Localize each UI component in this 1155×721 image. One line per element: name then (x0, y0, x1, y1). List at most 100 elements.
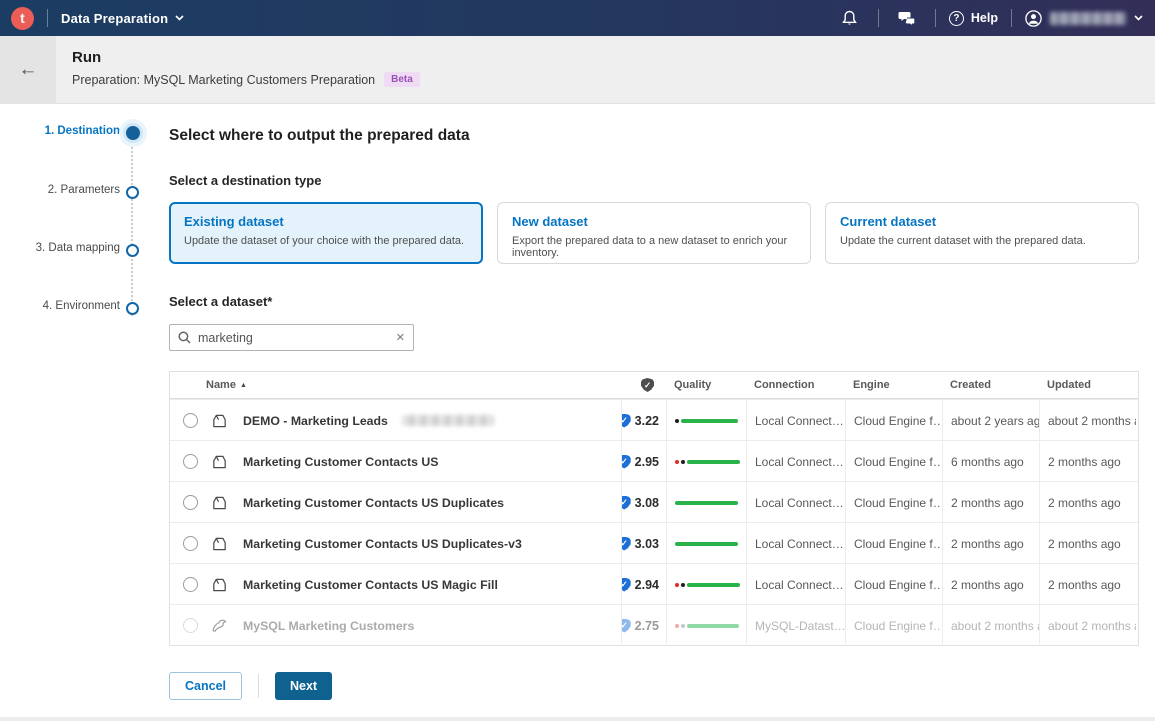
header-label: Name (206, 379, 236, 391)
step-parameters-dot[interactable] (126, 186, 139, 199)
certified-badge-icon (621, 537, 631, 551)
updated-cell: 2 months ago (1039, 441, 1136, 482)
dataset-radio[interactable] (183, 413, 198, 428)
table-row[interactable]: Marketing Customer Contacts US Duplicate… (170, 522, 1138, 563)
cancel-button[interactable]: Cancel (169, 672, 242, 700)
certified-badge-icon (621, 455, 631, 469)
column-header-quality: Quality (666, 379, 746, 391)
dataset-radio[interactable] (183, 577, 198, 592)
connection-cell: MySQL-Datast… (746, 605, 845, 646)
preparation-subtitle: Preparation: MySQL Marketing Customers P… (72, 73, 375, 87)
select-dataset-label: Select a dataset* (169, 294, 1139, 309)
dataset-radio[interactable] (183, 536, 198, 551)
product-switcher[interactable]: Data Preparation (61, 11, 184, 26)
quality-bar (675, 460, 740, 464)
notifications-bell-icon[interactable] (835, 10, 865, 26)
step-environment-dot[interactable] (126, 302, 139, 315)
created-cell: about 2 years ago (942, 400, 1039, 441)
created-cell: about 2 months ago (942, 605, 1039, 646)
chevron-down-icon (1134, 15, 1143, 21)
back-button[interactable]: ← (0, 36, 56, 104)
navbar-divider (1011, 9, 1012, 27)
table-row[interactable]: Marketing Customer Contacts US Duplicate… (170, 481, 1138, 522)
help-icon: ? (949, 11, 964, 26)
created-cell: 2 months ago (942, 564, 1039, 605)
redacted-text (402, 415, 494, 426)
column-header-created: Created (942, 379, 1039, 391)
search-icon (178, 331, 191, 344)
engine-cell: Cloud Engine f… (845, 523, 942, 564)
column-header-name[interactable]: Name ▲ (170, 379, 621, 391)
dataset-radio[interactable] (183, 454, 198, 469)
dataset-icon (210, 453, 229, 471)
dataset-name: Marketing Customer Contacts US Duplicate… (243, 496, 504, 510)
card-title: Existing dataset (184, 214, 468, 229)
table-row[interactable]: Marketing Customer Contacts US 2.95 Loca… (170, 440, 1138, 481)
destination-cards: Existing dataset Update the dataset of y… (169, 202, 1139, 264)
table-header: Name ▲ Quality Connection Engine Created… (170, 372, 1138, 399)
next-button[interactable]: Next (275, 672, 332, 700)
main-heading: Select where to output the prepared data (169, 127, 1139, 145)
trust-score: 2.94 (635, 578, 659, 592)
created-cell: 2 months ago (942, 523, 1039, 564)
certified-badge-icon (621, 619, 631, 633)
feedback-chat-icon[interactable] (892, 11, 922, 26)
dataset-name: Marketing Customer Contacts US Magic Fil… (243, 578, 498, 592)
bottom-scrollbar-track (0, 717, 1155, 721)
certified-badge-icon (621, 414, 631, 428)
redacted-username (1050, 12, 1126, 25)
step-destination-dot[interactable] (126, 126, 140, 140)
beta-badge: Beta (384, 72, 420, 87)
avatar-icon (1025, 10, 1042, 27)
chevron-down-icon (175, 15, 184, 21)
page-title: Run (72, 49, 101, 66)
navbar-divider (878, 9, 879, 27)
connection-cell: Local Connect… (746, 564, 845, 605)
step-environment-label[interactable]: 4. Environment (2, 300, 120, 312)
navbar-divider (935, 9, 936, 27)
user-menu[interactable] (1025, 10, 1143, 27)
engine-cell: Cloud Engine f… (845, 564, 942, 605)
certified-badge-icon (621, 496, 631, 510)
certified-badge-icon (621, 578, 631, 592)
engine-cell: Cloud Engine f… (845, 605, 942, 646)
table-row[interactable]: DEMO - Marketing Leads 3.22 Local Connec… (170, 399, 1138, 440)
card-description: Export the prepared data to a new datase… (512, 235, 796, 259)
help-menu[interactable]: ? Help (949, 11, 998, 26)
quality-bar (675, 583, 740, 587)
trust-score: 3.22 (635, 414, 659, 428)
card-title: New dataset (512, 214, 796, 229)
trust-score: 2.75 (635, 619, 659, 633)
updated-cell: 2 months ago (1039, 523, 1136, 564)
step-data-mapping-label[interactable]: 3. Data mapping (2, 242, 120, 254)
product-name: Data Preparation (61, 11, 168, 26)
card-title: Current dataset (840, 214, 1124, 229)
talend-logo[interactable]: t (11, 7, 34, 30)
dataset-radio-disabled (183, 618, 198, 633)
clear-search-icon[interactable]: ✕ (396, 331, 405, 344)
trust-score: 3.03 (635, 537, 659, 551)
card-current-dataset[interactable]: Current dataset Update the current datas… (825, 202, 1139, 264)
card-new-dataset[interactable]: New dataset Export the prepared data to … (497, 202, 811, 264)
button-divider (258, 674, 259, 698)
card-existing-dataset[interactable]: Existing dataset Update the dataset of y… (169, 202, 483, 264)
navbar-divider (47, 9, 48, 27)
dataset-radio[interactable] (183, 495, 198, 510)
dataset-name: DEMO - Marketing Leads (243, 414, 388, 428)
updated-cell: about 2 months ago (1039, 605, 1136, 646)
search-input[interactable] (198, 331, 389, 345)
updated-cell: about 2 months ago (1039, 400, 1136, 441)
table-row[interactable]: Marketing Customer Contacts US Magic Fil… (170, 563, 1138, 604)
wizard-steps: 1. Destination 2. Parameters 3. Data map… (0, 104, 165, 384)
step-parameters-label[interactable]: 2. Parameters (2, 184, 120, 196)
trust-score: 3.08 (635, 496, 659, 510)
step-destination-label[interactable]: 1. Destination (2, 125, 120, 137)
dataset-name: Marketing Customer Contacts US Duplicate… (243, 537, 522, 551)
top-navbar: t Data Preparation ? Help (0, 0, 1155, 36)
connection-cell: Local Connect… (746, 523, 845, 564)
quality-bar (675, 542, 738, 546)
connection-cell: Local Connect… (746, 400, 845, 441)
step-data-mapping-dot[interactable] (126, 244, 139, 257)
engine-cell: Cloud Engine f… (845, 441, 942, 482)
card-description: Update the current dataset with the prep… (840, 235, 1124, 247)
